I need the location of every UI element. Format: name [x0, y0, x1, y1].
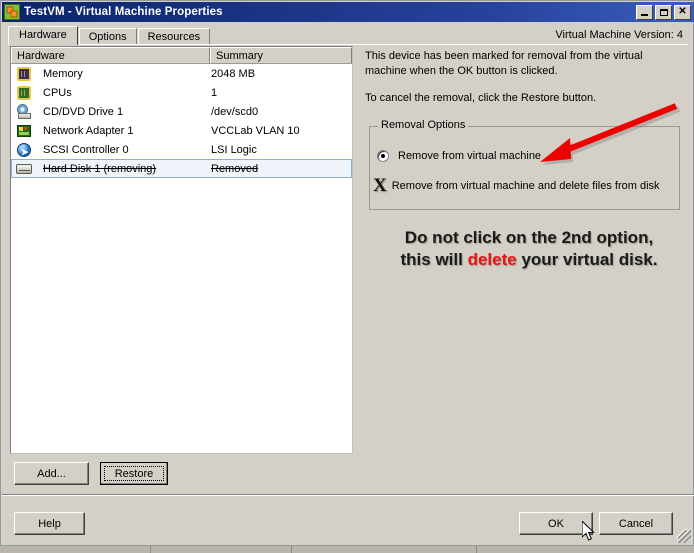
cd-dvd-icon: [16, 103, 32, 120]
hard-disk-icon: [16, 161, 32, 177]
column-header-summary[interactable]: Summary: [210, 47, 352, 63]
device-details-pane: This device has been marked for removal …: [365, 49, 685, 118]
tab-hardware[interactable]: Hardware: [8, 26, 78, 45]
hardware-name: Memory: [43, 67, 83, 80]
hardware-summary: Removed: [211, 162, 259, 175]
annotation-delete-word: delete: [467, 250, 517, 269]
vm-icon: [4, 4, 20, 20]
table-row[interactable]: Network Adapter 1 VCCLab VLAN 10: [11, 121, 352, 140]
network-adapter-icon: [16, 123, 32, 139]
table-row[interactable]: CPUs 1: [11, 83, 352, 102]
hardware-name: Hard Disk 1 (removing): [43, 162, 157, 175]
annotation-line-2: this will delete your virtual disk.: [379, 249, 679, 271]
title-bar[interactable]: TestVM - Virtual Machine Properties ✕: [2, 2, 694, 22]
restore-hint-text: To cancel the removal, click the Restore…: [365, 92, 597, 104]
hardware-name: SCSI Controller 0: [43, 143, 129, 156]
minimize-button[interactable]: [636, 4, 653, 20]
tab-resources-label: Resources: [147, 31, 201, 43]
annotation-line-1: Do not click on the 2nd option,: [404, 228, 654, 247]
ok-button[interactable]: OK: [519, 512, 593, 535]
annotation-line-2-before: this will: [400, 250, 468, 269]
radio-remove-and-delete[interactable]: X Remove from virtual machine and delete…: [373, 175, 660, 196]
vm-version-label: Virtual Machine Version: 4: [555, 29, 683, 41]
desktop-background: [0, 546, 694, 553]
hardware-summary: /dev/scd0: [211, 105, 259, 118]
ok-button-label: OK: [548, 517, 564, 530]
tab-resources[interactable]: Resources: [137, 28, 211, 45]
hardware-summary: LSI Logic: [211, 143, 257, 156]
help-button-label: Help: [38, 517, 61, 530]
hardware-list[interactable]: Hardware Summary Memory 2048 MB CPUs 1 C…: [10, 46, 353, 454]
cancel-button[interactable]: Cancel: [599, 512, 673, 535]
radio-remove-and-delete-label: Remove from virtual machine and delete f…: [391, 180, 660, 192]
warning-annotation-text: Do not click on the 2nd option, this wil…: [379, 227, 679, 271]
memory-icon: [16, 66, 32, 82]
add-button[interactable]: Add...: [14, 462, 89, 485]
tab-hardware-label: Hardware: [19, 29, 67, 41]
resize-grip[interactable]: [677, 529, 691, 543]
table-row[interactable]: ➤ SCSI Controller 0 LSI Logic: [11, 140, 352, 159]
hardware-list-header: Hardware Summary: [11, 47, 352, 64]
add-button-label: Add...: [37, 467, 66, 480]
radio-icon-selected[interactable]: [377, 150, 389, 162]
hardware-name: Network Adapter 1: [43, 124, 134, 137]
hardware-name: CD/DVD Drive 1: [43, 105, 124, 118]
hardware-summary: 2048 MB: [211, 67, 256, 80]
tab-options[interactable]: Options: [78, 28, 137, 45]
tab-underline: [8, 44, 688, 45]
table-row[interactable]: Memory 2048 MB: [11, 64, 352, 83]
removal-options-title: Removal Options: [378, 119, 469, 131]
maximize-button[interactable]: [655, 4, 672, 20]
tab-bar: Hardware Options Resources: [8, 26, 211, 45]
window-controls: ✕: [636, 4, 691, 20]
cpu-icon: [16, 85, 32, 101]
removal-options-group: [369, 126, 680, 210]
x-mark-annotation-icon: X: [373, 175, 387, 196]
window-title: TestVM - Virtual Machine Properties: [24, 6, 223, 18]
table-row[interactable]: CD/DVD Drive 1 /dev/scd0: [11, 102, 352, 121]
close-glyph: ✕: [678, 6, 687, 17]
column-header-hardware[interactable]: Hardware: [11, 47, 210, 63]
radio-remove-from-vm-label: Remove from virtual machine: [398, 150, 542, 162]
help-button[interactable]: Help: [14, 512, 85, 535]
scsi-controller-icon: ➤: [16, 142, 32, 158]
tab-options-label: Options: [88, 31, 127, 43]
restore-button[interactable]: Restore: [100, 462, 168, 485]
hardware-name: CPUs: [43, 86, 72, 99]
focus-rectangle: [104, 466, 164, 481]
close-icon[interactable]: ✕: [674, 4, 691, 20]
hardware-summary: 1: [211, 86, 218, 99]
annotation-line-2-after: your virtual disk.: [516, 250, 658, 269]
divider: [2, 494, 694, 496]
removal-notice-text: This device has been marked for removal …: [365, 50, 643, 77]
cancel-button-label: Cancel: [618, 517, 654, 530]
vm-properties-dialog: TestVM - Virtual Machine Properties ✕ Ha…: [0, 0, 694, 546]
table-row[interactable]: Hard Disk 1 (removing) Removed: [11, 159, 352, 178]
hardware-summary: VCCLab VLAN 10: [211, 124, 300, 137]
radio-remove-from-vm[interactable]: Remove from virtual machine: [377, 150, 541, 162]
